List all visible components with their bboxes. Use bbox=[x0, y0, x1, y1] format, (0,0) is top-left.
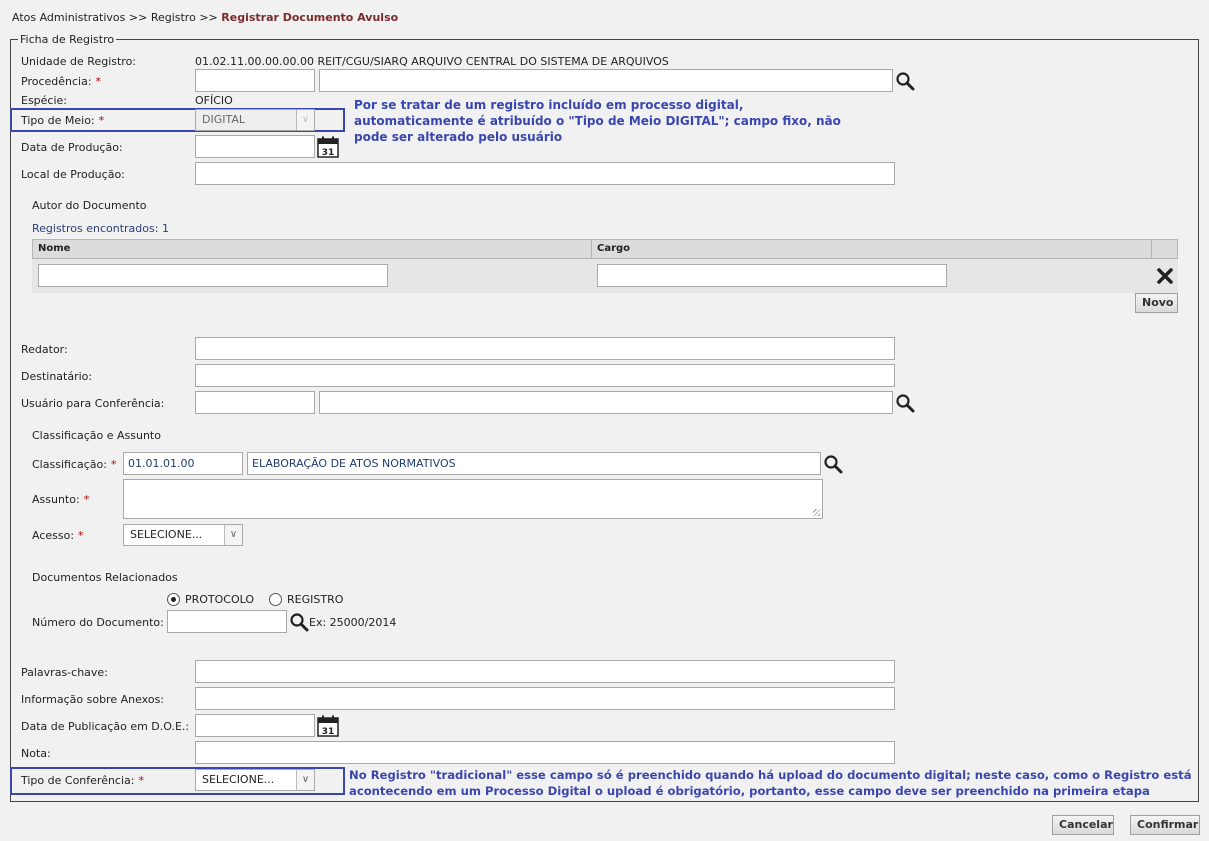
info-anexos-input[interactable] bbox=[195, 687, 895, 710]
registro-radio[interactable] bbox=[269, 593, 282, 606]
data-publicacao-input[interactable] bbox=[195, 714, 315, 737]
classificacao-name-input[interactable]: ELABORAÇÃO DE ATOS NORMATIVOS bbox=[247, 452, 821, 475]
chevron-down-icon: ∨ bbox=[296, 110, 314, 130]
annotation-line: automaticamente é atribuído o "Tipo de M… bbox=[354, 114, 841, 128]
numero-documento-search-icon[interactable] bbox=[289, 612, 309, 632]
procedencia-name-input[interactable] bbox=[319, 69, 893, 92]
annotation-line: No Registro "tradicional" esse campo só … bbox=[349, 768, 1192, 782]
novo-button[interactable]: Novo bbox=[1135, 293, 1178, 313]
classificacao-search-icon[interactable] bbox=[823, 454, 843, 474]
destinatario-label: Destinatário: bbox=[21, 370, 93, 383]
procedencia-code-input[interactable] bbox=[195, 69, 315, 92]
tipo-conferencia-label: Tipo de Conferência: * bbox=[21, 774, 144, 787]
palavras-chave-label: Palavras-chave: bbox=[21, 666, 108, 679]
confirm-button[interactable]: Confirmar bbox=[1130, 815, 1200, 835]
column-header-cargo: Cargo bbox=[592, 240, 1152, 258]
resize-grip-icon[interactable] bbox=[813, 509, 820, 516]
nota-label: Nota: bbox=[21, 747, 51, 760]
remove-icon[interactable] bbox=[1156, 267, 1174, 285]
acesso-select[interactable]: SELECIONE... ∨ bbox=[123, 524, 243, 546]
redator-input[interactable] bbox=[195, 337, 895, 360]
breadcrumb-atos[interactable]: Atos Administrativos bbox=[12, 11, 125, 24]
protocolo-radio[interactable] bbox=[167, 593, 180, 606]
numero-documento-input[interactable] bbox=[167, 610, 287, 633]
calendar-icon[interactable]: 31 bbox=[317, 715, 339, 737]
registros-count: Registros encontrados: 1 bbox=[32, 222, 169, 235]
autor-nome-input[interactable] bbox=[38, 264, 388, 287]
tipo-meio-select: DIGITAL ∨ bbox=[195, 109, 315, 131]
unidade-label: Unidade de Registro: bbox=[21, 55, 137, 68]
acesso-label: Acesso: * bbox=[32, 529, 84, 542]
calendar-day: 31 bbox=[322, 148, 335, 158]
data-producao-label: Data de Produção: bbox=[21, 141, 123, 154]
breadcrumb: Atos Administrativos >> Registro >> Regi… bbox=[12, 11, 398, 24]
required-marker: * bbox=[83, 493, 90, 506]
chevron-down-icon: ∨ bbox=[296, 770, 314, 790]
breadcrumb-separator: >> bbox=[199, 11, 218, 24]
protocolo-radio-label[interactable]: PROTOCOLO bbox=[185, 593, 254, 606]
numero-documento-example: Ex: 25000/2014 bbox=[309, 616, 397, 629]
redator-label: Redator: bbox=[21, 343, 68, 356]
required-marker: * bbox=[138, 774, 145, 787]
classificacao-legend: Classificação e Assunto bbox=[30, 429, 163, 442]
required-marker: * bbox=[78, 529, 84, 542]
procedencia-search-icon[interactable] bbox=[895, 71, 915, 91]
tipo-meio-annotation: Por se tratar de um registro incluído em… bbox=[354, 97, 841, 145]
autor-table-header: Nome Cargo bbox=[32, 239, 1178, 259]
numero-documento-label: Número do Documento: bbox=[32, 616, 164, 629]
palavras-chave-input[interactable] bbox=[195, 660, 895, 683]
breadcrumb-separator: >> bbox=[128, 11, 148, 24]
especie-value: OFÍCIO bbox=[195, 94, 233, 107]
unidade-value: 01.02.11.00.00.00.00 REIT/CGU/SIARQ ARQU… bbox=[195, 55, 669, 68]
assunto-label: Assunto: * bbox=[32, 493, 90, 506]
usuario-conf-code-input[interactable] bbox=[195, 391, 315, 414]
usuario-conf-label: Usuário para Conferência: bbox=[21, 397, 165, 410]
registro-radio-label[interactable]: REGISTRO bbox=[287, 593, 343, 606]
usuario-conf-name-input[interactable] bbox=[319, 391, 893, 414]
destinatario-input[interactable] bbox=[195, 364, 895, 387]
breadcrumb-registro[interactable]: Registro bbox=[151, 11, 196, 24]
info-anexos-label: Informação sobre Anexos: bbox=[21, 693, 165, 706]
usuario-search-icon[interactable] bbox=[895, 393, 915, 413]
tipo-meio-label: Tipo de Meio: * bbox=[21, 114, 105, 127]
annotation-line: Por se tratar de um registro incluído em… bbox=[354, 98, 744, 112]
data-publicacao-label: Data de Publicação em D.O.E.: bbox=[21, 720, 190, 733]
cancel-button[interactable]: Cancelar bbox=[1052, 815, 1114, 835]
autor-legend: Autor do Documento bbox=[30, 199, 149, 212]
required-marker: * bbox=[95, 75, 102, 88]
assunto-textarea[interactable] bbox=[123, 479, 823, 519]
classificacao-code-input[interactable]: 01.01.01.00 bbox=[123, 452, 243, 475]
local-producao-label: Local de Produção: bbox=[21, 168, 125, 181]
calendar-icon[interactable]: 31 bbox=[317, 136, 339, 158]
tipo-meio-value: DIGITAL bbox=[202, 113, 246, 126]
data-producao-input[interactable] bbox=[195, 135, 315, 158]
required-marker: * bbox=[110, 458, 117, 471]
calendar-day: 31 bbox=[322, 727, 335, 737]
breadcrumb-current: Registrar Documento Avulso bbox=[221, 11, 399, 24]
tipo-conferencia-select[interactable]: SELECIONE... ∨ bbox=[195, 769, 315, 791]
column-header-nome: Nome bbox=[33, 240, 592, 258]
tipo-conferencia-value: SELECIONE... bbox=[202, 773, 275, 786]
classificacao-label: Classificação: * bbox=[32, 458, 117, 471]
local-producao-input[interactable] bbox=[195, 162, 895, 185]
annotation-line: pode ser alterado pelo usuário bbox=[354, 130, 563, 144]
tipo-conferencia-annotation: No Registro "tradicional" esse campo só … bbox=[349, 767, 1199, 799]
especie-label: Espécie: bbox=[21, 94, 68, 107]
documentos-relacionados-legend: Documentos Relacionados bbox=[30, 571, 180, 584]
annotation-line: acontecendo em um Processo Digital o upl… bbox=[349, 784, 1150, 798]
ficha-registro-legend: Ficha de Registro bbox=[18, 33, 117, 46]
procedencia-label: Procedência: * bbox=[21, 75, 102, 88]
acesso-value: SELECIONE... bbox=[130, 528, 203, 541]
autor-cargo-input[interactable] bbox=[597, 264, 947, 287]
chevron-down-icon: ∨ bbox=[224, 525, 242, 545]
required-marker: * bbox=[98, 114, 105, 127]
nota-input[interactable] bbox=[195, 741, 895, 764]
